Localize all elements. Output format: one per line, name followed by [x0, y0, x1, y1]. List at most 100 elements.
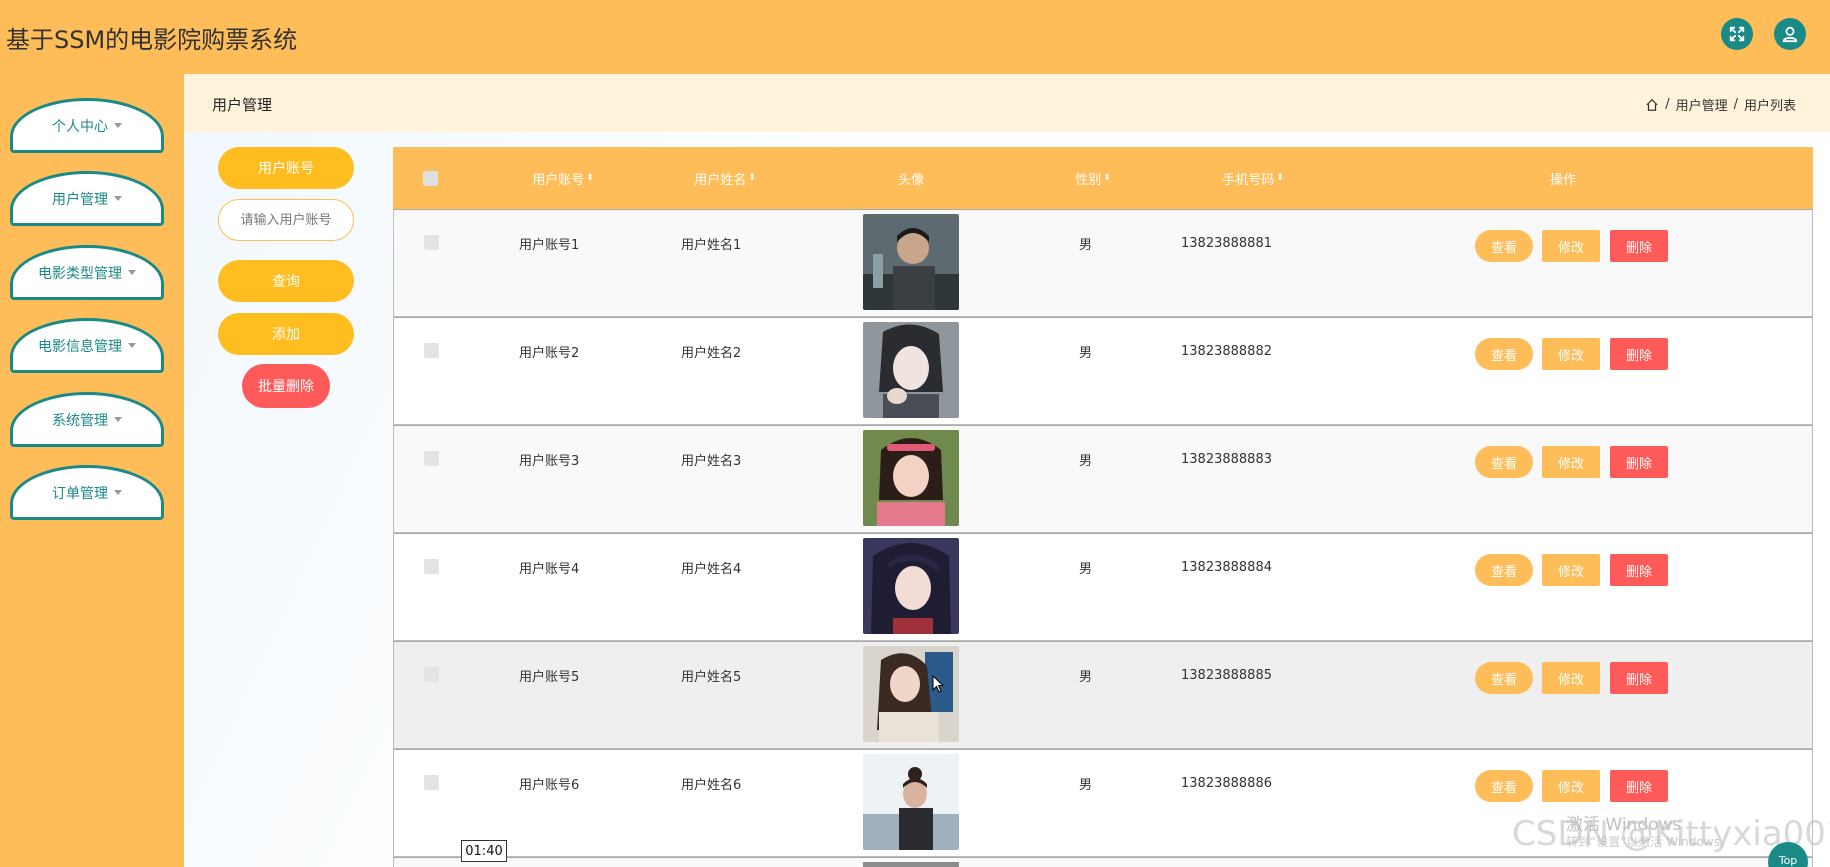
- delete-button[interactable]: 删除: [1610, 338, 1668, 370]
- column-header-avatar: 头像: [897, 172, 924, 188]
- add-button[interactable]: 添加: [218, 313, 354, 355]
- sidebar-item-label: 电影信息管理: [38, 338, 122, 355]
- table-row: 用户账号4 用户姓名4 男 13823888884 查看 修改 删除: [393, 533, 1813, 641]
- caret-down-icon: [114, 490, 122, 495]
- cell-name: 用户姓名6: [681, 777, 742, 793]
- user-icon: [1782, 26, 1798, 43]
- cell-gender: 男: [1079, 345, 1093, 361]
- view-button[interactable]: 查看: [1475, 662, 1533, 694]
- avatar-image: [863, 322, 959, 418]
- row-checkbox[interactable]: [424, 343, 439, 358]
- delete-button[interactable]: 删除: [1610, 662, 1668, 694]
- view-button[interactable]: 查看: [1475, 338, 1533, 370]
- column-header-account[interactable]: 用户账号 ⬍: [503, 147, 623, 209]
- sort-icon: ⬍: [1103, 172, 1111, 183]
- cell-account: 用户账号3: [519, 453, 580, 469]
- search-field-label: 用户账号: [218, 147, 354, 189]
- cell-name: 用户姓名3: [681, 453, 742, 469]
- sort-icon: ⬍: [748, 172, 756, 183]
- expand-arrows-icon: [1729, 26, 1745, 42]
- cell-account: 用户账号5: [519, 669, 580, 685]
- sidebar-item-label: 用户管理: [52, 191, 108, 208]
- row-checkbox[interactable]: [424, 559, 439, 574]
- delete-button[interactable]: 删除: [1610, 446, 1668, 478]
- column-header-phone[interactable]: 手机号码 ⬍: [1183, 147, 1323, 209]
- caret-down-icon: [128, 343, 136, 348]
- select-all-checkbox[interactable]: [423, 171, 438, 186]
- column-header-gender[interactable]: 性别 ⬍: [1053, 147, 1133, 209]
- cell-gender: 男: [1079, 237, 1093, 253]
- avatar-image: [863, 430, 959, 526]
- cell-name: 用户姓名5: [681, 669, 742, 685]
- breadcrumb-item-user-list: 用户列表: [1743, 99, 1796, 114]
- breadcrumb-item-user-management[interactable]: 用户管理: [1676, 95, 1728, 114]
- sidebar-item-personal-center[interactable]: 个人中心: [10, 98, 164, 153]
- column-header-actions: 操作: [1549, 172, 1576, 188]
- table-row: 用户账号5 用户姓名5 男 13823888885 查看 修改 删除: [393, 641, 1813, 749]
- edit-button[interactable]: 修改: [1542, 338, 1600, 370]
- cell-phone: 13823888882: [1181, 343, 1272, 359]
- sidebar-item-movie-info-management[interactable]: 电影信息管理: [10, 318, 164, 373]
- page-title: 用户管理: [212, 96, 273, 114]
- view-button[interactable]: 查看: [1475, 230, 1533, 262]
- cell-gender: 男: [1079, 453, 1093, 469]
- row-checkbox[interactable]: [424, 451, 439, 466]
- view-button[interactable]: 查看: [1475, 770, 1533, 802]
- caret-down-icon: [114, 417, 122, 422]
- column-header-name[interactable]: 用户姓名 ⬍: [665, 147, 785, 209]
- breadcrumb-separator: /: [1665, 97, 1670, 112]
- cell-phone: 13823888884: [1181, 559, 1272, 575]
- sidebar-item-movie-type-management[interactable]: 电影类型管理: [10, 245, 164, 300]
- sidebar-item-order-management[interactable]: 订单管理: [10, 465, 164, 520]
- edit-button[interactable]: 修改: [1542, 770, 1600, 802]
- edit-button[interactable]: 修改: [1542, 446, 1600, 478]
- delete-button[interactable]: 删除: [1610, 554, 1668, 586]
- delete-button[interactable]: 删除: [1610, 770, 1668, 802]
- cell-account: 用户账号1: [519, 237, 580, 253]
- home-icon[interactable]: [1645, 98, 1659, 112]
- avatar-image: [863, 214, 959, 310]
- cell-phone: 13823888883: [1181, 451, 1272, 467]
- sidebar-item-label: 系统管理: [52, 412, 108, 429]
- batch-delete-button[interactable]: 批量删除: [242, 364, 330, 408]
- row-checkbox[interactable]: [424, 775, 439, 790]
- breadcrumb-bar: 用户管理 / 用户管理 / 用户列表: [184, 74, 1830, 132]
- cell-phone: 13823888881: [1181, 235, 1272, 251]
- mouse-cursor-icon: [932, 675, 944, 693]
- sidebar-item-user-management[interactable]: 用户管理: [10, 171, 164, 226]
- avatar-image: [863, 646, 959, 742]
- avatar-image: [863, 754, 959, 850]
- sort-icon: ⬍: [1276, 172, 1284, 183]
- view-button[interactable]: 查看: [1475, 554, 1533, 586]
- app-title: 基于SSM的电影院购票系统: [6, 26, 298, 54]
- video-timestamp: 01:40: [461, 840, 507, 862]
- cell-account: 用户账号4: [519, 561, 580, 577]
- edit-button[interactable]: 修改: [1542, 230, 1600, 262]
- table-row: 用户账号3 用户姓名3 男 13823888883 查看 修改 删除: [393, 425, 1813, 533]
- sidebar: 个人中心 用户管理 电影类型管理 电影信息管理 系统管理 订单管理: [0, 74, 184, 867]
- search-input[interactable]: [218, 199, 354, 241]
- row-checkbox[interactable]: [424, 235, 439, 250]
- query-button[interactable]: 查询: [218, 260, 354, 302]
- sidebar-item-label: 个人中心: [52, 118, 108, 135]
- cell-gender: 男: [1079, 669, 1093, 685]
- row-checkbox[interactable]: [424, 667, 439, 682]
- top-header: 基于SSM的电影院购票系统: [0, 0, 1830, 74]
- cell-name: 用户姓名4: [681, 561, 742, 577]
- cell-name: 用户姓名2: [681, 345, 742, 361]
- delete-button[interactable]: 删除: [1610, 230, 1668, 262]
- fullscreen-button[interactable]: [1721, 18, 1753, 50]
- edit-button[interactable]: 修改: [1542, 662, 1600, 694]
- breadcrumb-separator: /: [1733, 97, 1738, 112]
- user-table: 用户账号 ⬍ 用户姓名 ⬍ 头像 性别 ⬍ 手机号码 ⬍ 操作 用户账号1 用户姓名1: [393, 147, 1813, 867]
- view-button[interactable]: 查看: [1475, 446, 1533, 478]
- edit-button[interactable]: 修改: [1542, 554, 1600, 586]
- user-menu-button[interactable]: [1774, 18, 1806, 50]
- cell-name: 用户姓名1: [681, 237, 742, 253]
- avatar-image: [863, 538, 959, 634]
- breadcrumb: / 用户管理 / 用户列表: [1645, 95, 1796, 114]
- sidebar-item-system-management[interactable]: 系统管理: [10, 392, 164, 447]
- cell-gender: 男: [1079, 777, 1093, 793]
- cell-account: 用户账号6: [519, 777, 580, 793]
- cell-gender: 男: [1079, 561, 1093, 577]
